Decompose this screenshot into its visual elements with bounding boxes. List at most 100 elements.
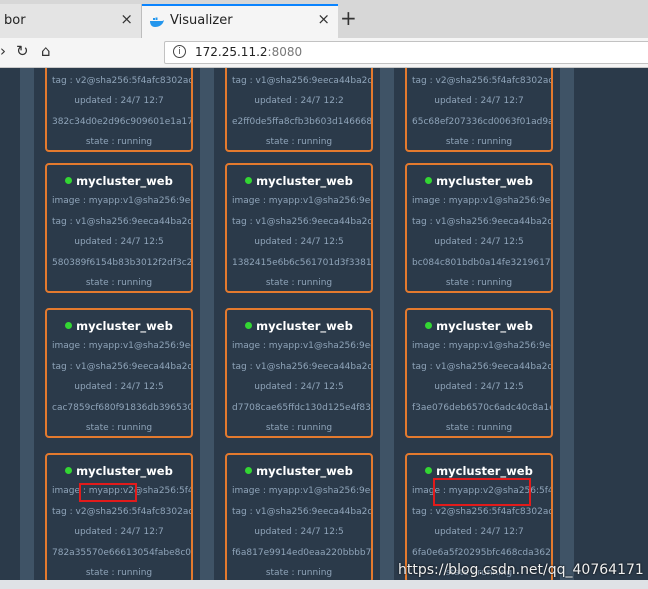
highlight-box [433, 478, 531, 506]
container-tag: tag : v2@sha256:5f4afc8302ade31 [52, 507, 191, 517]
container-state: state : running [265, 137, 333, 147]
container-tag: tag : v2@sha256:5f4afc8302ade31 [52, 76, 191, 86]
container-id: 6fa0e6a5f20295bfc468cda3623be [412, 548, 553, 558]
container-state: state : running [85, 423, 153, 433]
container-updated: updated : 24/7 12:5 [74, 382, 164, 392]
container-image: image : myapp:v1@sha256:9eeca [232, 341, 373, 351]
running-status-dot [65, 177, 73, 184]
running-status-dot [245, 322, 253, 329]
running-status-dot [65, 467, 73, 474]
container-state: state : running [445, 278, 513, 288]
container-name: mycluster_web [436, 319, 533, 333]
taskbar-strip [0, 580, 648, 589]
site-info-icon[interactable]: i [173, 45, 186, 58]
container-tag: tag : v1@sha256:9eeca44ba2d410 [52, 217, 193, 227]
node-column-divider [200, 68, 214, 589]
container-updated: updated : 24/7 12:5 [434, 237, 524, 247]
container-id: bc084c801bdb0a14fe3219617049 [412, 258, 553, 268]
container-card[interactable]: tag : v2@sha256:5f4afc8302ade31 updated … [45, 68, 193, 152]
container-id: 782a35570e66613054fabe8c091d [52, 548, 193, 558]
tab-strip: bor × Visualizer × + [0, 0, 648, 38]
node-column-1: tag : v2@sha256:5f4afc8302ade31 updated … [40, 68, 200, 589]
container-id: d7708cae65ffdc130d125e4f83005 [232, 403, 373, 413]
node-column-divider [20, 68, 34, 589]
container-tag: tag : v1@sha256:9eeca44ba2d410 [232, 362, 373, 372]
container-updated: updated : 24/7 12:5 [254, 382, 344, 392]
new-tab-button[interactable]: + [340, 8, 357, 28]
tab-previous[interactable]: bor × [0, 4, 142, 38]
container-updated: updated : 24/7 12:7 [74, 96, 164, 106]
running-status-dot [65, 322, 73, 329]
container-name: mycluster_web [76, 319, 173, 333]
container-card[interactable]: tag : v1@sha256:9eeca44ba2d410 updated :… [225, 68, 373, 152]
container-card[interactable]: mycluster_web image : myapp:v1@sha256:9e… [45, 163, 193, 293]
container-state: state : running [265, 568, 333, 578]
close-tab-icon[interactable]: × [120, 10, 133, 28]
container-tag: tag : v1@sha256:9eeca44ba2d410 [232, 217, 373, 227]
container-tag: tag : v1@sha256:9eeca44ba2d410 [412, 362, 553, 372]
tab-visualizer[interactable]: Visualizer × [142, 4, 338, 38]
container-id: 580389f6154b83b3012f2df3c2ad9 [52, 258, 193, 268]
container-state: state : running [445, 137, 513, 147]
container-name: mycluster_web [256, 464, 353, 478]
container-id: 65c68ef207336cd0063f01ad9a2c8 [412, 117, 551, 127]
container-name: mycluster_web [436, 464, 533, 478]
container-card[interactable]: mycluster_web image : myapp:v1@sha256:9e… [405, 308, 553, 438]
url-bar[interactable]: i 172.25.11.2:8080 [164, 41, 648, 64]
container-name: mycluster_web [76, 174, 173, 188]
watermark: https://blog.csdn.net/qq_40764171 [398, 562, 644, 578]
url-port: :8080 [267, 45, 303, 59]
reload-icon[interactable]: ↻ [16, 42, 29, 60]
container-image: image : myapp:v1@sha256:9eeca [52, 196, 193, 206]
url-text: 172.25.11.2:8080 [195, 45, 302, 59]
container-state: state : running [445, 423, 513, 433]
container-card[interactable]: mycluster_web image : myapp:v1@sha256:9e… [225, 163, 373, 293]
docker-whale-icon [150, 17, 164, 27]
node-column-divider [380, 68, 394, 589]
container-image: image : myapp:v1@sha256:9eeca [412, 196, 553, 206]
container-updated: updated : 24/7 12:5 [434, 382, 524, 392]
container-image: image : myapp:v1@sha256:9eeca [412, 341, 553, 351]
container-updated: updated : 24/7 12:5 [74, 237, 164, 247]
container-tag: tag : v2@sha256:5f4afc8302ade31 [412, 76, 551, 86]
running-status-dot [425, 322, 433, 329]
close-tab-icon[interactable]: × [317, 10, 330, 28]
container-card[interactable]: mycluster_web image : myapp:v1@sha256:9e… [225, 308, 373, 438]
container-tag: tag : v1@sha256:9eeca44ba2d410 [52, 362, 193, 372]
highlight-box [79, 483, 137, 502]
container-card[interactable]: mycluster_web image : myapp:v2@sha256:5f… [45, 453, 193, 583]
container-card[interactable]: mycluster_web image : myapp:v1@sha256:9e… [225, 453, 373, 583]
container-updated: updated : 24/7 12:2 [254, 96, 344, 106]
container-id: 1382415e6b6c561701d3f3381870 [232, 258, 372, 268]
container-state: state : running [85, 568, 153, 578]
container-updated: updated : 24/7 12:5 [254, 527, 344, 537]
container-card[interactable]: mycluster_web image : myapp:v1@sha256:9e… [405, 163, 553, 293]
container-image: image : myapp:v1@sha256:9eeca [232, 486, 373, 496]
container-tag: tag : v1@sha256:9eeca44ba2d410 [232, 76, 373, 86]
container-id: 382c34d0e2d96c909601e1a17c1e [52, 117, 193, 127]
container-state: state : running [265, 278, 333, 288]
container-card[interactable]: tag : v2@sha256:5f4afc8302ade31 updated … [405, 68, 553, 152]
container-name: mycluster_web [256, 174, 353, 188]
running-status-dot [245, 467, 253, 474]
node-column-3: tag : v2@sha256:5f4afc8302ade31 updated … [400, 68, 560, 589]
container-updated: updated : 24/7 12:7 [434, 96, 524, 106]
container-card[interactable]: mycluster_web image : myapp:v1@sha256:9e… [45, 308, 193, 438]
container-tag: tag : v1@sha256:9eeca44ba2d410 [232, 507, 373, 517]
navigation-bar: › ↻ ⌂ i 172.25.11.2:8080 [0, 38, 648, 68]
container-id: f6a817e9914ed0eaa220bbbb7e94 [232, 548, 373, 558]
container-updated: updated : 24/7 12:7 [434, 527, 524, 537]
node-column-2: tag : v1@sha256:9eeca44ba2d410 updated :… [220, 68, 380, 589]
container-image: image : myapp:v1@sha256:9eeca [232, 196, 373, 206]
container-tag: tag : v2@sha256:5f4afc8302ade31 [412, 507, 551, 517]
container-name: mycluster_web [436, 174, 533, 188]
running-status-dot [425, 177, 433, 184]
back-arrow-icon[interactable]: › [0, 42, 6, 60]
container-id: e2ff0de5ffa8cfb3b603d146668bc0 [232, 117, 373, 127]
running-status-dot [245, 177, 253, 184]
home-icon[interactable]: ⌂ [41, 42, 51, 60]
container-id: f3ae076deb6570c6adc40c8a1edc [412, 403, 553, 413]
tab-title: bor [4, 13, 26, 28]
container-updated: updated : 24/7 12:7 [74, 527, 164, 537]
container-tag: tag : v1@sha256:9eeca44ba2d410 [412, 217, 553, 227]
